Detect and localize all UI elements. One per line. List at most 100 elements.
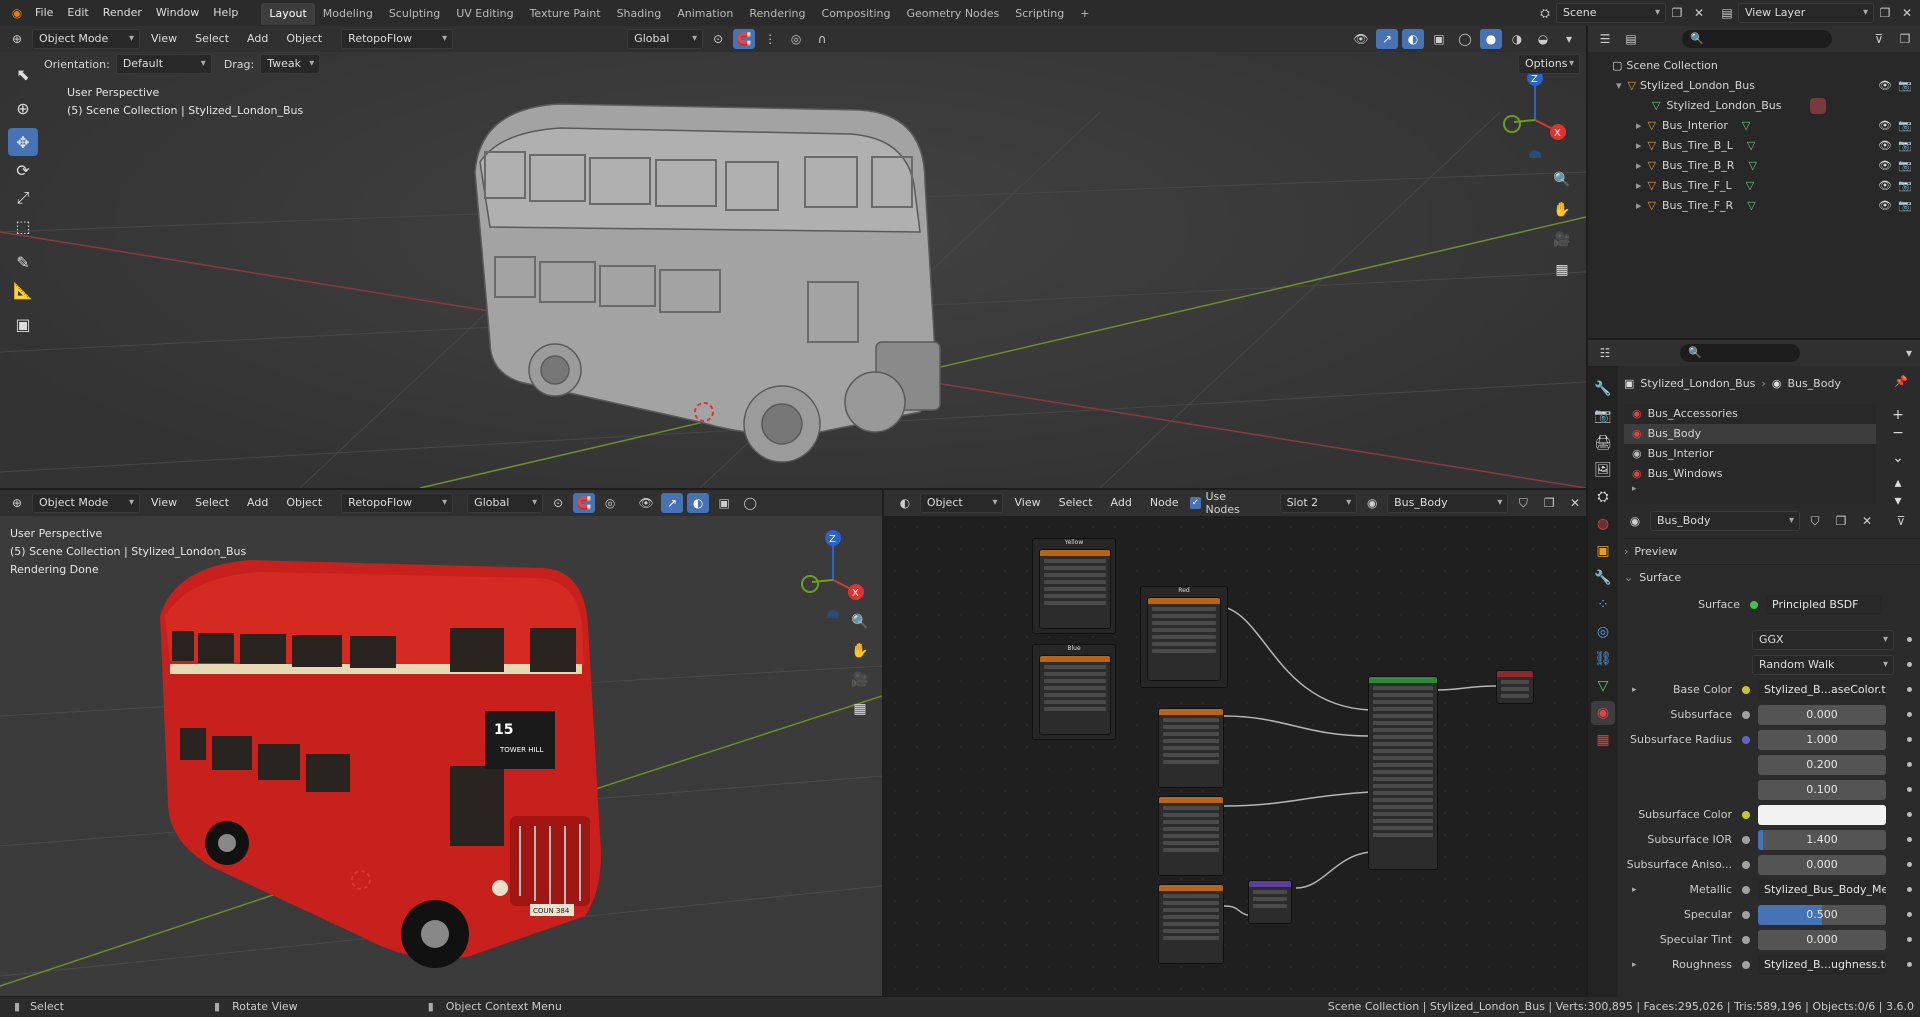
slot-bus-interior[interactable]: ◉ Bus_Interior (1624, 444, 1876, 464)
normal-map-node[interactable] (1248, 880, 1292, 924)
outliner-item-tire-f-r[interactable]: ▸ ▽ Bus_Tire_F_R ▽ 👁 📷 (1588, 196, 1920, 216)
rotate-tool-icon[interactable]: ⟳ (8, 156, 38, 184)
node-menu-node[interactable]: Node (1143, 493, 1186, 513)
surface-shader-field[interactable]: Principled BSDF (1766, 594, 1882, 615)
node-menu-view[interactable]: View (1007, 493, 1047, 513)
scene-selector[interactable]: Scene (1556, 3, 1666, 23)
vp1-menu-select[interactable]: Select (188, 29, 236, 49)
node-menu-select[interactable]: Select (1052, 493, 1100, 513)
view-layer-delete-icon[interactable]: ✕ (1896, 3, 1918, 23)
prop-value-field[interactable] (1758, 804, 1886, 825)
eye-icon-6[interactable]: 👁 (1878, 196, 1892, 216)
render-camera-icon-3[interactable]: 📷 (1898, 136, 1912, 156)
snap-icon-2[interactable]: 🧲 (573, 493, 596, 513)
gizmo-icon-2[interactable]: ↗ (661, 493, 684, 513)
wireframe-shading-icon-2[interactable]: ◯ (739, 493, 761, 513)
image-texture-node-3[interactable] (1158, 884, 1224, 964)
proportional-edit-icon[interactable]: ◎ (785, 29, 807, 49)
keyframe-dot-icon[interactable] (1907, 687, 1912, 692)
fake-user-icon[interactable]: ⛉ (1512, 493, 1534, 513)
node-editor[interactable]: Yellow Red Blue (884, 516, 1586, 996)
mode-selector-2[interactable]: Object Mode (32, 493, 140, 513)
move-slot-up-icon[interactable]: ▴ (1886, 474, 1910, 492)
camera-icon-2[interactable]: 🎥 (848, 668, 872, 692)
pivot-icon[interactable]: ⊙ (707, 29, 729, 49)
image-texture-node-2[interactable] (1158, 796, 1224, 876)
menu-render[interactable]: Render (96, 0, 149, 26)
data-tab-icon[interactable]: ▽ (1591, 674, 1615, 698)
remove-slot-icon[interactable]: − (1886, 424, 1910, 442)
material-output-node[interactable] (1496, 670, 1534, 704)
eye-icon-2[interactable]: 👁 (1878, 116, 1892, 136)
unlink-material-icon-2[interactable]: ✕ (1856, 511, 1878, 531)
view-layer-selector[interactable]: View Layer (1738, 3, 1874, 23)
scene-tab-icon[interactable]: ⛭ (1591, 485, 1615, 509)
menu-file[interactable]: File (28, 0, 60, 26)
keyframe-dot-icon[interactable] (1907, 937, 1912, 942)
image-texture-node-1[interactable] (1158, 708, 1224, 788)
retopoflow-menu[interactable]: RetopoFlow (341, 29, 454, 49)
constraints-tab-icon[interactable]: ⛓ (1591, 647, 1615, 671)
node-editor-type-icon[interactable]: ◐ (894, 493, 916, 513)
scene-icon[interactable]: ⛭ (1534, 3, 1556, 23)
render-camera-icon-2[interactable]: 📷 (1898, 116, 1912, 136)
scene-delete-icon[interactable]: ✕ (1688, 3, 1710, 23)
keyframe-dot-icon[interactable] (1907, 737, 1912, 742)
properties-type-icon[interactable]: ☷ (1594, 343, 1616, 363)
visibility-icon[interactable]: 👁 (1350, 29, 1372, 49)
socket-icon[interactable] (1742, 761, 1750, 769)
tab-layout[interactable]: Layout (261, 3, 315, 25)
tab-shading[interactable]: Shading (609, 3, 670, 25)
proportional-edit-icon-2[interactable]: ◎ (599, 493, 621, 513)
outliner-item-tire-b-r[interactable]: ▸ ▽ Bus_Tire_B_R ▽ 👁 📷 (1588, 156, 1920, 176)
new-material-icon[interactable]: ❐ (1538, 493, 1560, 513)
socket-icon[interactable] (1742, 685, 1750, 694)
material-browse-icon[interactable]: ◉ (1361, 493, 1383, 513)
tab-compositing[interactable]: Compositing (814, 3, 899, 25)
texture-tab-icon[interactable]: ▦ (1591, 728, 1615, 752)
editor-type-icon-2[interactable]: ⊕ (6, 493, 28, 513)
frame-blue[interactable]: Blue (1032, 644, 1116, 740)
prop-value-field[interactable]: Stylized_B...ughness.tga (1758, 954, 1886, 975)
viewport-top[interactable]: ⬉ ⊕ ✥ ⟳ ⤢ ⬚ ✎ 📐 ▣ User Perspective (5) S… (0, 52, 1586, 488)
navigation-gizmo-2[interactable]: Z X (798, 528, 878, 618)
keyframe-dot-icon[interactable] (1907, 887, 1912, 892)
socket-icon[interactable] (1742, 786, 1750, 794)
outliner-type-icon[interactable]: ☰ (1594, 29, 1616, 49)
pan-hand-icon[interactable]: ✋ (1550, 198, 1574, 222)
menu-help[interactable]: Help (206, 0, 245, 26)
material-name-field[interactable]: Bus_Body (1650, 511, 1800, 531)
drag-dropdown[interactable]: Tweak (260, 54, 321, 74)
unlink-material-icon[interactable]: ✕ (1564, 493, 1586, 513)
vp2-menu-add[interactable]: Add (240, 493, 275, 513)
snap-target-icon[interactable]: ⋮ (759, 29, 781, 49)
prop-value-field[interactable]: 0.000 (1758, 929, 1886, 950)
tab-geometry-nodes[interactable]: Geometry Nodes (898, 3, 1007, 25)
visibility-icon-2[interactable]: 👁 (635, 493, 657, 513)
gizmo-icon[interactable]: ↗ (1376, 29, 1398, 49)
world-tab-icon[interactable]: ◍ (1591, 512, 1615, 536)
socket-icon[interactable] (1742, 735, 1750, 744)
menu-window[interactable]: Window (149, 0, 206, 26)
falloff-icon[interactable]: ∩ (811, 29, 833, 49)
prop-value-field[interactable]: 0.000 (1758, 854, 1886, 875)
socket-icon[interactable] (1742, 810, 1750, 819)
shading-options-icon[interactable]: ▾ (1558, 29, 1580, 49)
vp1-menu-add[interactable]: Add (240, 29, 275, 49)
outliner-display-mode-icon[interactable]: ▤ (1620, 29, 1642, 49)
keyframe-dot-icon[interactable] (1907, 787, 1912, 792)
view-layer-new-icon[interactable]: ❐ (1874, 3, 1896, 23)
surface-panel[interactable]: ⌄ Surface (1624, 564, 1920, 590)
xray-icon-2[interactable]: ▣ (713, 493, 735, 513)
editor-type-icon[interactable]: ⊕ (6, 29, 28, 49)
render-camera-icon-5[interactable]: 📷 (1898, 176, 1912, 196)
outliner-scene-collection[interactable]: ▢ Scene Collection (1588, 56, 1920, 76)
slot-specials-icon[interactable]: ⌄ (1886, 446, 1910, 470)
use-nodes-toggle[interactable]: ✓ Use Nodes (1189, 490, 1264, 516)
view-layer-icon[interactable]: ▤ (1716, 3, 1738, 23)
overlay-icon-2[interactable]: ◐ (687, 493, 710, 513)
slot-list-expand-icon[interactable]: ▸ (1624, 484, 1876, 494)
pan-hand-icon-2[interactable]: ✋ (848, 639, 872, 663)
viewport-rendered[interactable]: 15 TOWER HILL COUN 384 User Perspective … (0, 516, 882, 996)
subsurface-method-dropdown[interactable]: Random Walk (1752, 654, 1894, 675)
